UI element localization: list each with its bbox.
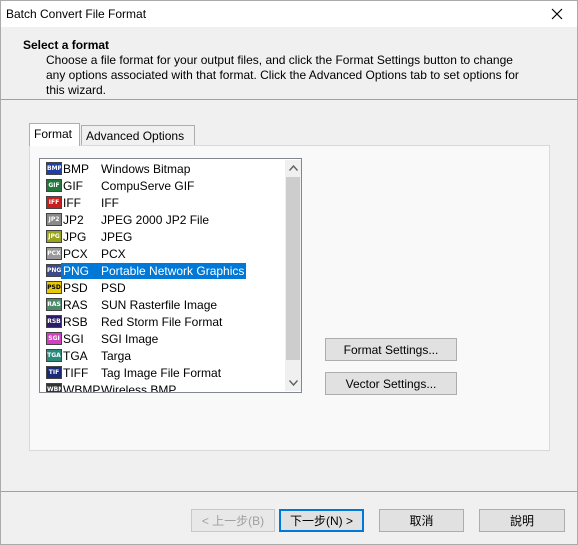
- format-description: IFF: [101, 195, 119, 210]
- next-button[interactable]: 下一步(N) >: [279, 509, 364, 532]
- format-list-item[interactable]: WBMPWBMPWireless BMP: [42, 381, 286, 393]
- window-title: Batch Convert File Format: [6, 7, 147, 21]
- back-button[interactable]: < 上一步(B): [191, 509, 275, 532]
- format-list-item[interactable]: BMP BMP Windows Bitmap: [42, 160, 286, 177]
- ras-file-icon: RAS: [46, 298, 62, 311]
- format-description: Wireless BMP: [101, 382, 177, 393]
- wbmp-file-icon: WBMP: [46, 383, 62, 392]
- format-list-item[interactable]: PNG PNG Portable Network Graphics: [42, 262, 286, 279]
- format-extension: WBMP: [63, 382, 101, 393]
- format-list-item[interactable]: IFF IFF IFF: [42, 194, 286, 211]
- format-description: Tag Image File Format: [101, 365, 222, 380]
- format-description: JPEG 2000 JP2 File: [101, 212, 210, 227]
- format-list-item[interactable]: TGA TGA Targa: [42, 347, 286, 364]
- format-settings-button[interactable]: Format Settings...: [325, 338, 457, 361]
- gif-file-icon: GIF: [46, 179, 62, 192]
- tga-file-icon: TGA: [46, 349, 62, 362]
- psd-file-icon: PSD: [46, 281, 62, 294]
- format-extension: TIFF: [63, 365, 89, 380]
- tiff-file-icon: TIF: [46, 366, 62, 379]
- vector-settings-button[interactable]: Vector Settings...: [325, 372, 457, 395]
- format-description: PSD: [101, 280, 126, 295]
- jpg-file-icon: JPG: [46, 230, 62, 243]
- format-extension: GIF: [63, 178, 83, 193]
- scroll-down-button[interactable]: [285, 375, 301, 391]
- iff-file-icon: IFF: [46, 196, 62, 209]
- sgi-file-icon: SGI: [46, 332, 62, 345]
- format-description: Targa: [101, 348, 132, 363]
- format-list-item[interactable]: SGI SGI SGI Image: [42, 330, 286, 347]
- format-extension: IFF: [63, 195, 81, 210]
- batch-convert-dialog: Batch Convert File Format Select a forma…: [0, 0, 578, 545]
- png-file-icon: PNG: [46, 264, 62, 277]
- scroll-up-button[interactable]: [285, 160, 301, 176]
- wizard-header: Select a format Choose a file format for…: [1, 27, 577, 100]
- tab-format[interactable]: Format: [29, 123, 80, 146]
- format-description: Windows Bitmap: [101, 161, 191, 176]
- format-extension: JP2: [63, 212, 84, 227]
- format-extension: JPG: [63, 229, 87, 244]
- footer-divider: [1, 491, 577, 492]
- tab-advanced-options[interactable]: Advanced Options: [81, 125, 195, 145]
- help-button[interactable]: 說明: [479, 509, 565, 532]
- format-extension: RAS: [63, 297, 88, 312]
- format-description: CompuServe GIF: [101, 178, 195, 193]
- page-description: Choose a file format for your output fil…: [46, 53, 519, 97]
- format-extension: RSB: [63, 314, 88, 329]
- format-list-item[interactable]: JPG JPG JPEG: [42, 228, 286, 245]
- format-list[interactable]: WBMPWBMPWireless BMPTIFTIFFTag Image Fil…: [39, 158, 302, 393]
- title-bar: Batch Convert File Format: [1, 1, 577, 27]
- close-icon: [551, 8, 563, 20]
- format-list-item[interactable]: TIF TIFF Tag Image File Format: [42, 364, 286, 381]
- format-list-item[interactable]: PSD PSD PSD: [42, 279, 286, 296]
- format-list-item[interactable]: RSB RSB Red Storm File Format: [42, 313, 286, 330]
- cancel-button[interactable]: 取消: [379, 509, 464, 532]
- bmp-file-icon: BMP: [46, 162, 62, 175]
- format-list-item[interactable]: RAS RAS SUN Rasterfile Image: [42, 296, 286, 313]
- format-description: Portable Network Graphics: [99, 262, 247, 279]
- page-title: Select a format: [23, 38, 110, 52]
- format-extension: PNG: [61, 262, 101, 279]
- format-extension: SGI: [63, 331, 84, 346]
- format-extension: BMP: [63, 161, 90, 176]
- jp2-file-icon: JP2: [46, 213, 62, 226]
- format-list-item[interactable]: PCX PCX PCX: [42, 245, 286, 262]
- format-description: PCX: [101, 246, 126, 261]
- scroll-thumb[interactable]: [286, 177, 300, 360]
- format-list-item[interactable]: GIF GIF CompuServe GIF: [42, 177, 286, 194]
- list-scrollbar[interactable]: [285, 160, 301, 391]
- format-list-item[interactable]: JP2 JP2 JPEG 2000 JP2 File: [42, 211, 286, 228]
- format-description: Red Storm File Format: [101, 314, 223, 329]
- rsb-file-icon: RSB: [46, 315, 62, 328]
- chevron-up-icon: [288, 165, 298, 171]
- format-extension: PSD: [63, 280, 88, 295]
- format-extension: TGA: [63, 348, 88, 363]
- format-description: SGI Image: [101, 331, 159, 346]
- pcx-file-icon: PCX: [46, 247, 62, 260]
- format-description: SUN Rasterfile Image: [101, 297, 218, 312]
- format-extension: PCX: [63, 246, 88, 261]
- close-button[interactable]: [537, 1, 577, 27]
- chevron-down-icon: [288, 380, 298, 386]
- format-description: JPEG: [101, 229, 133, 244]
